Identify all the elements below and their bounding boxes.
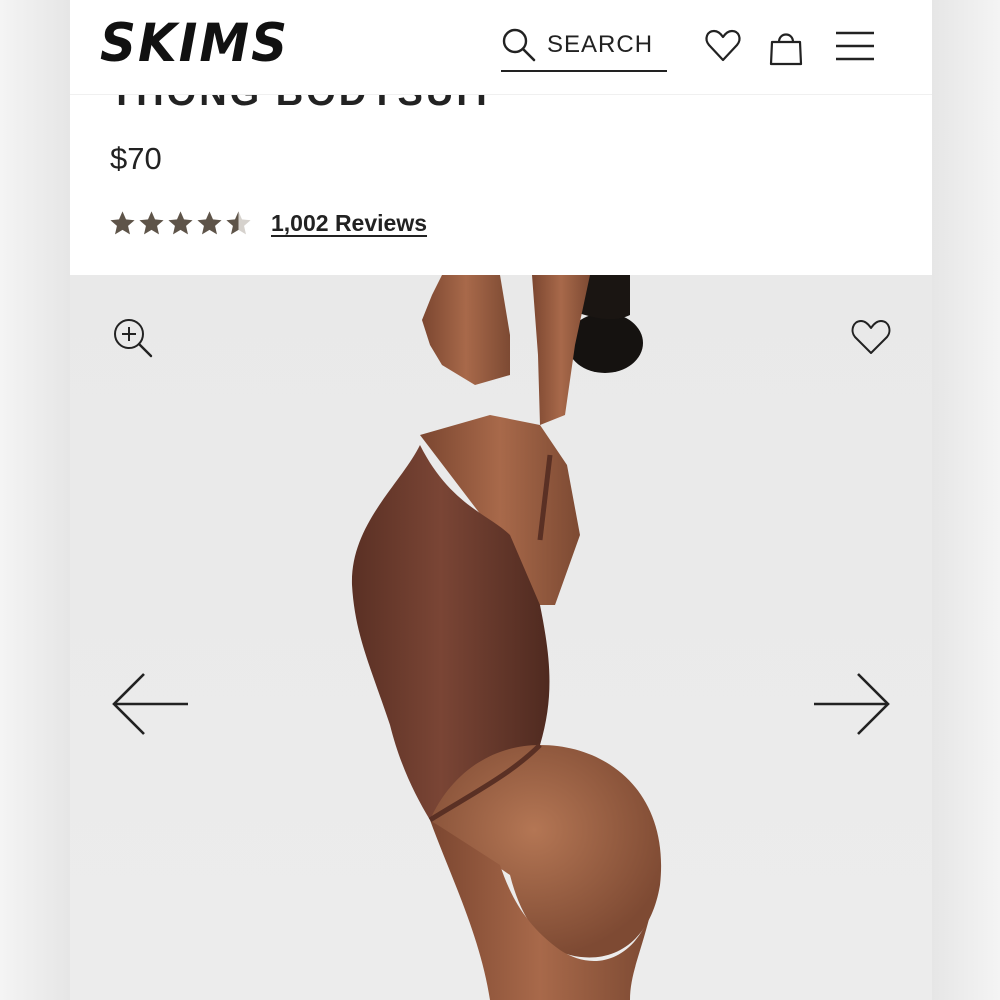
product-image-gallery[interactable] — [70, 275, 932, 1000]
product-photo — [351, 275, 662, 1000]
star-rating — [108, 209, 253, 238]
search-icon — [502, 28, 536, 62]
gallery-wishlist-button[interactable] — [850, 317, 892, 362]
star-full-icon — [137, 209, 166, 238]
previous-image-button[interactable] — [110, 671, 190, 742]
search-label: SEARCH — [547, 31, 654, 58]
site-header: SKIMS SEARCH — [70, 0, 932, 95]
star-full-icon — [166, 209, 195, 238]
star-full-icon — [108, 209, 137, 238]
product-price: $70 — [110, 141, 162, 176]
brand-logo[interactable]: SKIMS — [100, 13, 289, 74]
wishlist-heart-icon — [851, 320, 891, 354]
arrow-right-icon — [814, 673, 890, 735]
bag-icon — [769, 33, 803, 66]
product-page: SKIMS SEARCH THONG BODYSUIT $70 1,002 Re… — [70, 0, 932, 1000]
menu-button[interactable] — [835, 30, 875, 62]
menu-icon — [836, 31, 874, 61]
arrow-left-icon — [112, 673, 188, 735]
next-image-button[interactable] — [812, 671, 892, 742]
reviews-link[interactable]: 1,002 Reviews — [271, 210, 427, 237]
frame-right — [932, 0, 1000, 1000]
star-full-icon — [195, 209, 224, 238]
frame-left — [0, 0, 70, 1000]
heart-icon — [705, 29, 741, 62]
wishlist-button[interactable] — [704, 26, 742, 64]
product-rating: 1,002 Reviews — [108, 209, 427, 238]
search-button[interactable]: SEARCH — [501, 20, 667, 72]
zoom-button[interactable] — [110, 315, 156, 366]
cart-button[interactable] — [768, 28, 804, 66]
star-half-icon — [224, 209, 253, 238]
zoom-in-icon — [114, 319, 153, 358]
